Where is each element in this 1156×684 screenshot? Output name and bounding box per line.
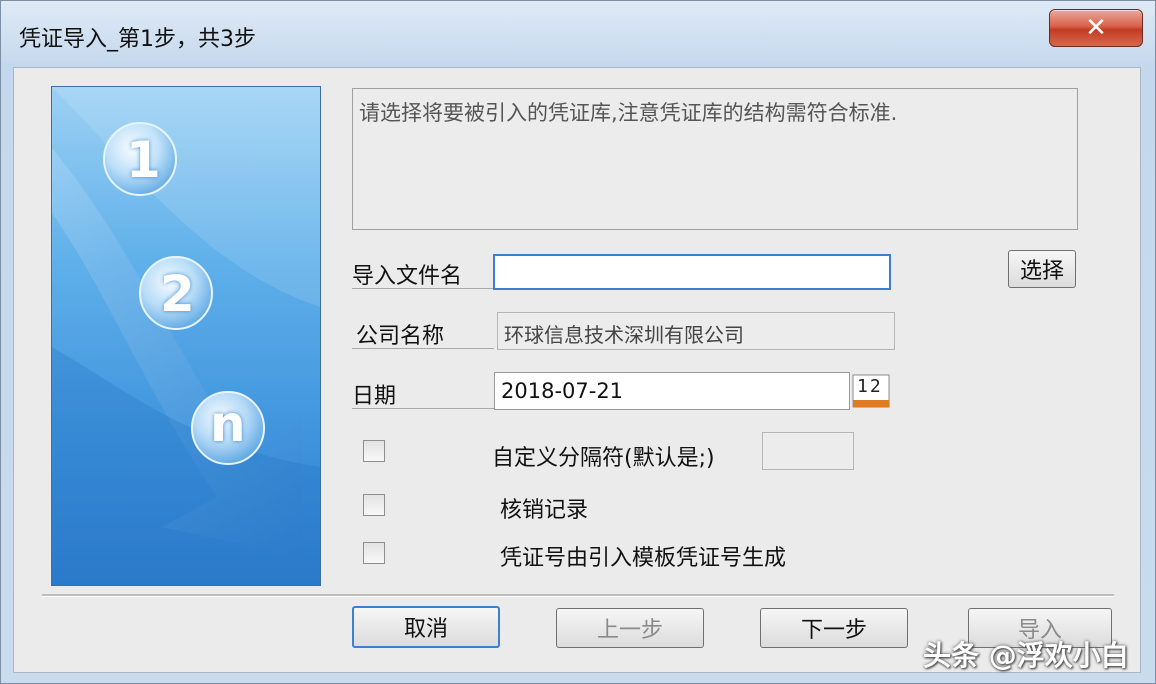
wizard-arrow-graphic	[52, 87, 320, 585]
select-file-button[interactable]: 选择	[1008, 250, 1076, 288]
import-wizard-window: 凭证导入_第1步，共3步 ✕ 1 2 n 请选择将要被引入的凭证库,注意凭证库的…	[0, 0, 1156, 684]
cancel-button[interactable]: 取消	[352, 606, 500, 648]
company-name-label: 公司名称	[356, 324, 445, 349]
watermark-text: 头条 @浮欢小白	[923, 639, 1129, 672]
file-name-label: 导入文件名	[352, 264, 463, 289]
button-separator	[42, 594, 1114, 597]
next-step-button[interactable]: 下一步	[760, 608, 908, 648]
company-name-field: 环球信息技术深圳有限公司	[497, 312, 895, 350]
file-name-input[interactable]	[493, 254, 891, 290]
close-icon: ✕	[1085, 13, 1107, 43]
custom-separator-checkbox[interactable]	[363, 440, 385, 462]
description-box: 请选择将要被引入的凭证库,注意凭证库的结构需符合标准.	[352, 88, 1078, 230]
calendar-icon-digits: 12	[857, 376, 883, 397]
step-n-badge: n	[210, 395, 246, 453]
wizard-illustration: 1 2 n	[51, 86, 321, 586]
write-off-label: 核销记录	[500, 498, 589, 523]
voucher-number-template-label: 凭证号由引入模板凭证号生成	[500, 546, 787, 571]
dialog-body: 1 2 n 请选择将要被引入的凭证库,注意凭证库的结构需符合标准. 导入文件名 …	[13, 67, 1141, 673]
close-button[interactable]: ✕	[1049, 9, 1143, 47]
write-off-checkbox[interactable]	[363, 494, 385, 516]
date-input[interactable]	[494, 372, 850, 410]
step-1-badge: 1	[126, 131, 161, 189]
separator-input[interactable]	[762, 432, 854, 470]
date-label: 日期	[352, 384, 397, 409]
file-name-label-underline	[352, 288, 494, 289]
previous-step-button[interactable]: 上一步	[556, 608, 704, 648]
custom-separator-label: 自定义分隔符(默认是;)	[492, 446, 715, 471]
date-label-underline	[352, 408, 494, 409]
step-2-badge: 2	[160, 265, 195, 323]
calendar-icon[interactable]: 12	[852, 374, 890, 408]
window-title: 凭证导入_第1步，共3步	[19, 27, 256, 52]
voucher-number-template-checkbox[interactable]	[363, 542, 385, 564]
title-bar[interactable]: 凭证导入_第1步，共3步 ✕	[1, 1, 1155, 63]
company-name-label-underline	[352, 348, 494, 349]
